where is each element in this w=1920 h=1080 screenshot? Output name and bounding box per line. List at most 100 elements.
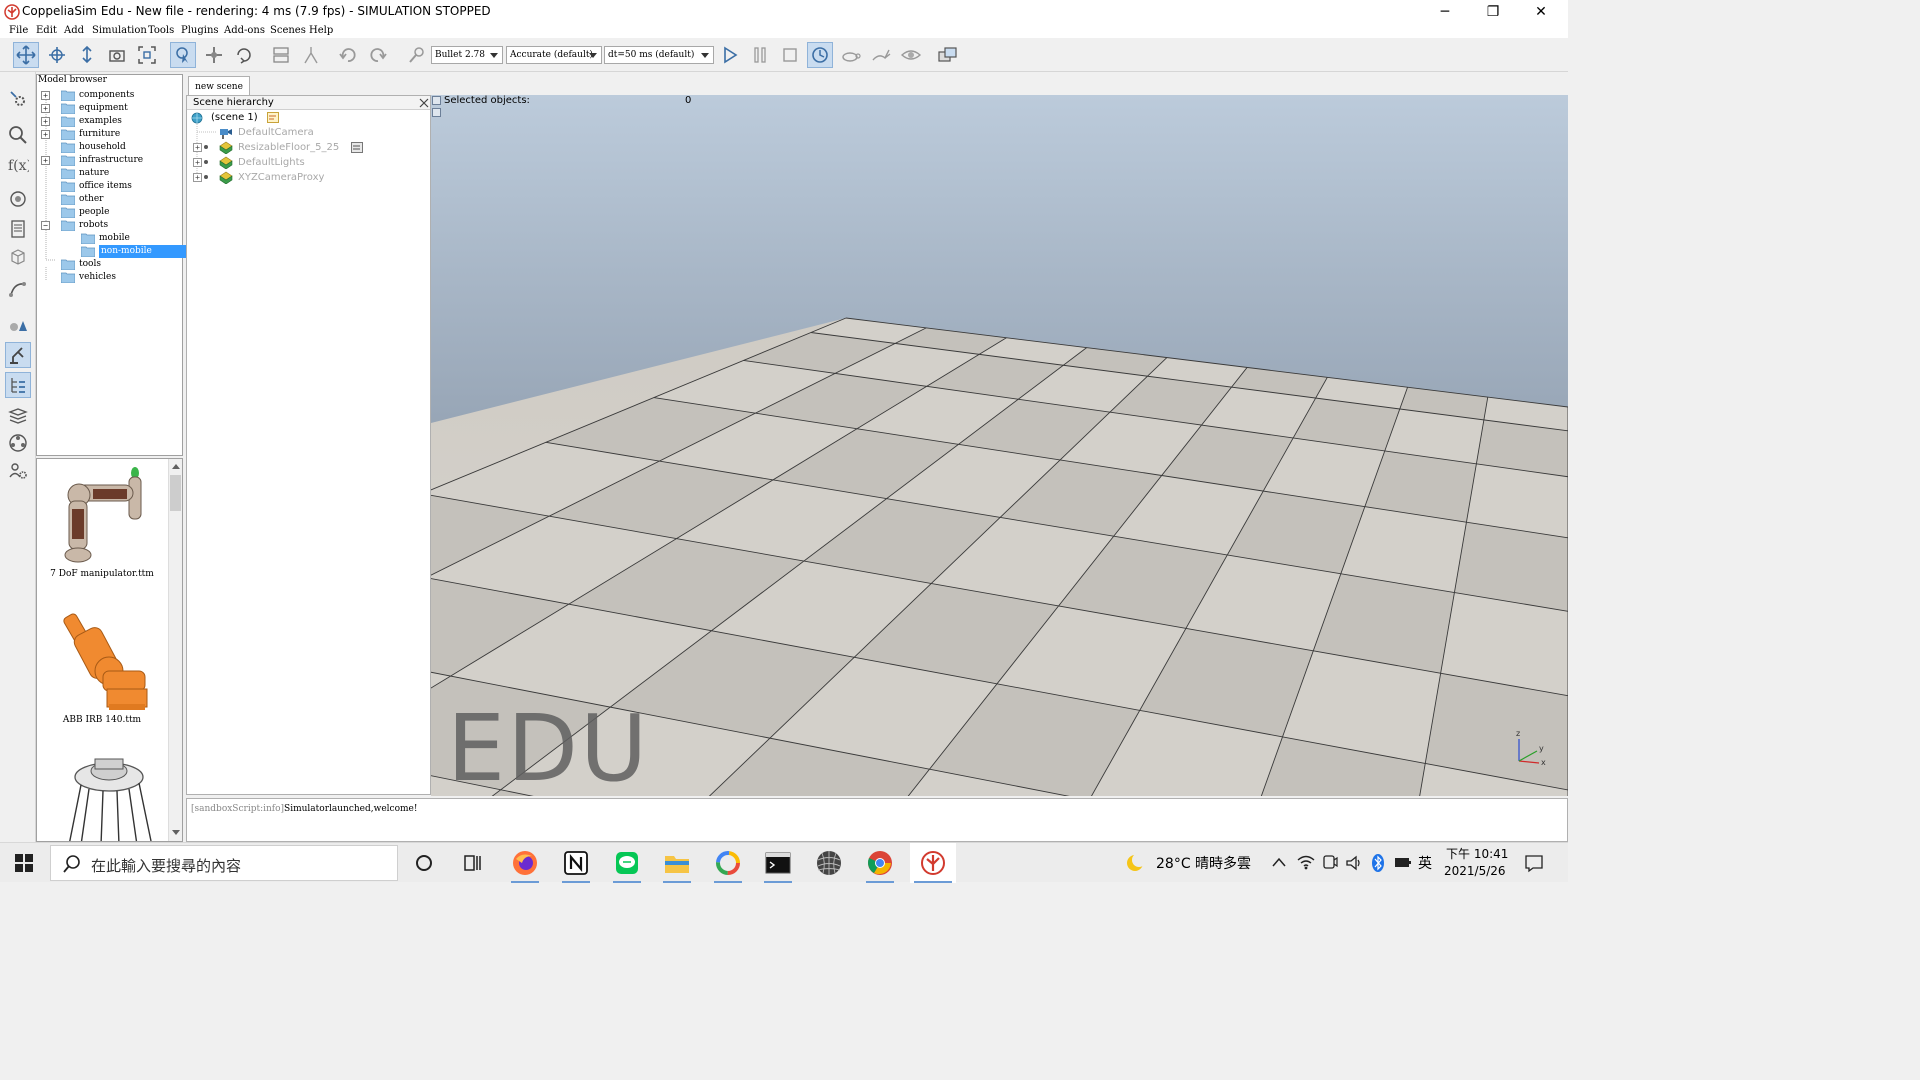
- thumbnail-7dof-manipulator[interactable]: [57, 463, 157, 568]
- path-edit-button[interactable]: [5, 276, 31, 302]
- model-tree-item-equipment[interactable]: + equipment: [41, 102, 181, 115]
- timestep-select[interactable]: dt=50 ms (default): [604, 46, 714, 64]
- script-icon[interactable]: [267, 112, 279, 123]
- menu-file[interactable]: File: [9, 24, 28, 38]
- video-recorder-button[interactable]: [5, 430, 31, 456]
- faster-simulation-button[interactable]: [868, 42, 894, 68]
- simulation-settings-button[interactable]: [5, 86, 31, 112]
- chevron-up-icon[interactable]: [1272, 856, 1286, 868]
- collections-button[interactable]: [5, 186, 31, 212]
- menu-add[interactable]: Add: [64, 24, 84, 38]
- meet-now-icon[interactable]: [1322, 854, 1338, 872]
- undo-button[interactable]: [335, 42, 361, 68]
- fit-to-view-button[interactable]: [134, 42, 160, 68]
- taskbar-coppeliasim[interactable]: [910, 843, 956, 883]
- scrollbar-thumb[interactable]: [170, 475, 181, 511]
- camera-opening-button[interactable]: [104, 42, 130, 68]
- expand-toggle[interactable]: +: [41, 104, 50, 113]
- expand-toggle[interactable]: +: [41, 91, 50, 100]
- notification-icon[interactable]: [1524, 853, 1544, 873]
- menu-simulation[interactable]: Simulation: [92, 24, 147, 38]
- expand-toggle[interactable]: +: [193, 173, 202, 182]
- model-tree-item-furniture[interactable]: + furniture: [41, 128, 181, 141]
- taskbar-wireframe-app[interactable]: [809, 843, 849, 883]
- start-simulation-button[interactable]: [717, 42, 743, 68]
- weather-text[interactable]: 28°C 晴時多雲: [1156, 853, 1251, 873]
- menu-edit[interactable]: Edit: [36, 24, 57, 38]
- model-tree-item-non-mobile[interactable]: non-mobile: [41, 245, 192, 258]
- object-rotate-button[interactable]: [231, 42, 257, 68]
- transfer-dna-button[interactable]: [298, 42, 324, 68]
- thumbnail-delta-robot[interactable]: [59, 755, 159, 842]
- assemble-button[interactable]: [268, 42, 294, 68]
- speaker-icon[interactable]: [1345, 854, 1363, 872]
- cortana-button[interactable]: [404, 843, 444, 883]
- expand-toggle[interactable]: −: [41, 221, 50, 230]
- model-tree-item-infrastructure[interactable]: + infrastructure: [41, 154, 181, 167]
- layers-button[interactable]: [5, 402, 31, 428]
- menu-tools[interactable]: Tools: [148, 24, 174, 38]
- tab-new-scene[interactable]: new scene: [188, 76, 250, 96]
- model-tree-item-examples[interactable]: + examples: [41, 115, 181, 128]
- minimize-button[interactable]: ─: [1422, 0, 1468, 24]
- expand-toggle[interactable]: +: [41, 156, 50, 165]
- pause-simulation-button[interactable]: [747, 42, 773, 68]
- hierarchy-item-resizable-floor[interactable]: + ResizableFloor_5_25: [191, 140, 427, 155]
- model-tree-item-tools[interactable]: tools: [41, 258, 181, 271]
- model-tree-item-components[interactable]: + components: [41, 89, 181, 102]
- real-time-mode-button[interactable]: [807, 42, 833, 68]
- page-selector-button[interactable]: [935, 42, 961, 68]
- hierarchy-item-default-camera[interactable]: DefaultCamera: [191, 125, 427, 140]
- hierarchy-item-default-lights[interactable]: + DefaultLights: [191, 155, 427, 170]
- slower-simulation-button[interactable]: [838, 42, 864, 68]
- dynamics-toggle-button[interactable]: [404, 42, 430, 68]
- viewport-corner-toggle[interactable]: [432, 96, 441, 105]
- model-tree-item-robots[interactable]: − robots: [41, 219, 181, 232]
- bluetooth-icon[interactable]: [1371, 853, 1385, 873]
- thumbnail-scrollbar[interactable]: [168, 459, 182, 841]
- expand-toggle[interactable]: +: [41, 130, 50, 139]
- model-tree-item-mobile[interactable]: mobile: [41, 232, 181, 245]
- model-tree-item-office-items[interactable]: office items: [41, 180, 181, 193]
- scene-viewport[interactable]: Selected objects: 0 EDU z y x: [431, 95, 1568, 796]
- accuracy-select[interactable]: Accurate (default): [506, 46, 602, 64]
- object-properties-button[interactable]: [5, 122, 31, 148]
- stop-simulation-button[interactable]: [777, 42, 803, 68]
- model-tree-item-nature[interactable]: nature: [41, 167, 181, 180]
- camera-rotate-button[interactable]: [44, 42, 70, 68]
- menu-help[interactable]: Help: [309, 24, 333, 38]
- model-browser-toggle-button[interactable]: [5, 342, 31, 368]
- weather-moon-icon[interactable]: [1124, 853, 1146, 873]
- clock-date[interactable]: 2021/5/26: [1444, 864, 1506, 878]
- close-button[interactable]: ✕: [1518, 0, 1564, 24]
- taskbar-search-box[interactable]: 在此輸入要搜尋的內容: [50, 845, 398, 881]
- taskbar-terminal[interactable]: [758, 843, 798, 883]
- expand-toggle[interactable]: +: [41, 117, 50, 126]
- clock-time[interactable]: 下午 10:41: [1446, 845, 1508, 862]
- redo-button[interactable]: [365, 42, 391, 68]
- scroll-up-icon[interactable]: [171, 462, 181, 470]
- task-view-button[interactable]: [453, 843, 493, 883]
- taskbar-photos-app[interactable]: [708, 843, 748, 883]
- object-shift-button[interactable]: [201, 42, 227, 68]
- status-console[interactable]: [sandboxScript:info]Simulatorlaunched,we…: [186, 798, 1568, 842]
- physics-engine-select[interactable]: Bullet 2.78: [431, 46, 503, 64]
- user-settings-button[interactable]: [5, 458, 31, 484]
- start-button[interactable]: [4, 843, 44, 883]
- taskbar-notion[interactable]: [556, 843, 596, 883]
- shape-edit-button[interactable]: [5, 244, 31, 270]
- maximize-button[interactable]: ❐: [1470, 0, 1516, 24]
- viewport-corner-toggle[interactable]: [432, 108, 441, 117]
- script-icon[interactable]: [351, 142, 363, 153]
- model-tree-item-people[interactable]: people: [41, 206, 181, 219]
- camera-pan-button[interactable]: [13, 42, 39, 68]
- model-tree-item-vehicles[interactable]: vehicles: [41, 271, 181, 284]
- hierarchy-item-xyz-camera-proxy[interactable]: + XYZCameraProxy: [191, 170, 427, 185]
- battery-icon[interactable]: [1394, 856, 1412, 870]
- thumbnail-abb-irb-140[interactable]: [51, 609, 156, 714]
- taskbar-file-explorer[interactable]: [657, 843, 697, 883]
- expand-toggle[interactable]: +: [193, 158, 202, 167]
- click-selection-button[interactable]: [170, 42, 196, 68]
- calculation-modules-button[interactable]: f(x): [5, 152, 31, 178]
- model-tree-item-other[interactable]: other: [41, 193, 181, 206]
